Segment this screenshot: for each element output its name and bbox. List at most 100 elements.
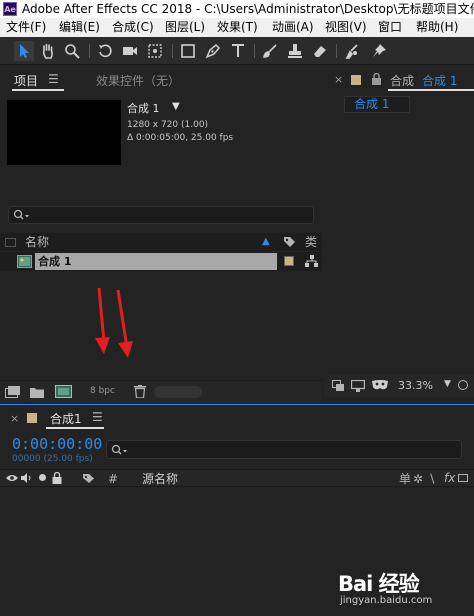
watermark-logo: Bai 经验 <box>338 572 420 596</box>
puppet-pin-tool-icon[interactable] <box>369 41 389 61</box>
menu-bar: 文件(F) 编辑(E) 合成(C) 图层(L) 效果(T) 动画(A) 视图(V… <box>0 18 474 37</box>
timeline-column-header: # 源名称 单 ✲ ∖ fx <box>0 469 474 487</box>
menu-layer[interactable]: 图层(L) <box>165 18 205 37</box>
project-search-input[interactable] <box>8 206 314 224</box>
tools-toolbar <box>0 37 474 65</box>
collapse-switch-icon[interactable]: ✲ <box>413 471 423 487</box>
timeline-panel: × 合成1 ☰ 0:00:00:00 00000 (25.00 fps) # 源… <box>0 404 474 616</box>
monitor-icon[interactable] <box>351 380 365 392</box>
project-panel: 项目 ☰ 效果控件（无） 合成 1 ▼ 1280 x 720 (1.00) Δ … <box>0 66 322 402</box>
brush-tool-icon[interactable] <box>260 41 280 61</box>
comp-navigator-button[interactable]: 合成 1 <box>344 96 410 113</box>
menu-file[interactable]: 文件(F) <box>6 18 46 37</box>
close-icon[interactable]: × <box>334 73 343 86</box>
tab-composition[interactable]: 合成 1 <box>422 72 457 89</box>
frame-count-display: 00000 (25.00 fps) <box>12 454 93 464</box>
menu-window[interactable]: 窗口 <box>378 18 402 37</box>
rotate-tool-icon[interactable] <box>95 41 115 61</box>
tab-effect-controls[interactable]: 效果控件（无） <box>96 72 180 89</box>
solo-icon[interactable] <box>39 474 46 481</box>
thumbnail-scroll-slider[interactable] <box>154 386 202 398</box>
search-icon <box>111 444 127 455</box>
comp-resolution: 1280 x 720 (1.00) <box>127 120 209 130</box>
type-tool-icon[interactable] <box>228 41 248 61</box>
menu-help[interactable]: 帮助(H) <box>416 18 458 37</box>
composition-icon <box>17 255 32 268</box>
active-tab-indicator <box>388 89 474 91</box>
current-time-display[interactable]: 0:00:00:00 <box>12 435 102 453</box>
pan-behind-tool-icon[interactable] <box>145 41 165 61</box>
lock-icon[interactable] <box>371 73 382 86</box>
zoom-tool-icon[interactable] <box>62 41 82 61</box>
panel-menu-icon[interactable]: ☰ <box>92 410 103 424</box>
active-tab-indicator <box>46 427 104 429</box>
comp-label-color <box>27 413 37 423</box>
composition-panel: × 合成 合成 1 合成 1 33.3% ▼ <box>324 66 474 402</box>
column-number: # <box>108 472 119 486</box>
tab-project[interactable]: 项目 <box>14 72 38 89</box>
preview-toggle-icon[interactable] <box>332 380 345 392</box>
frame-blend-switch-icon[interactable] <box>458 474 468 482</box>
label-column-icon <box>5 238 16 247</box>
window-title: Adobe After Effects CC 2018 - C:\Users\A… <box>22 2 474 16</box>
menu-view[interactable]: 视图(V) <box>325 18 367 37</box>
shy-switch-icon[interactable]: 单 <box>399 471 411 487</box>
baidu-watermark: Bai 经验 jingyan.baidu.com <box>332 568 452 610</box>
trash-icon[interactable] <box>134 385 146 398</box>
comp-name: 合成 1 <box>127 102 160 115</box>
new-composition-icon[interactable] <box>55 385 72 398</box>
panel-menu-icon[interactable]: ☰ <box>48 72 59 86</box>
comp-dropdown-icon[interactable]: ▼ <box>172 101 180 112</box>
chevron-down-icon[interactable]: ▼ <box>444 379 451 389</box>
interpret-footage-icon[interactable] <box>5 386 21 398</box>
list-item[interactable]: 合成 1 <box>0 252 322 271</box>
comp-thumbnail <box>7 100 121 165</box>
label-color-swatch[interactable] <box>284 256 294 266</box>
search-icon <box>13 209 29 220</box>
after-effects-logo-icon: Ae <box>3 2 17 16</box>
project-column-header: 名称 ▲ 类 <box>0 233 322 251</box>
timeline-toggle-icon[interactable] <box>458 380 468 390</box>
sort-ascending-icon[interactable]: ▲ <box>262 233 270 251</box>
project-bottom-bar: 8 bpc <box>0 380 322 402</box>
eye-icon[interactable] <box>6 473 18 483</box>
tag-icon <box>284 237 295 247</box>
item-name: 合成 1 <box>35 253 277 270</box>
timeline-search-input[interactable] <box>106 440 462 459</box>
annotation-arrows <box>95 287 133 358</box>
column-name[interactable]: 名称 <box>25 233 49 251</box>
lock-icon[interactable] <box>52 472 62 484</box>
new-folder-icon[interactable] <box>30 386 45 398</box>
comp-duration: Δ 0:00:05:00, 25.00 fps <box>127 133 234 143</box>
tag-icon <box>83 474 94 483</box>
selection-tool-icon[interactable] <box>14 41 34 61</box>
eraser-tool-icon[interactable] <box>310 41 330 61</box>
mask-visibility-icon[interactable] <box>372 380 388 391</box>
clone-stamp-tool-icon[interactable] <box>285 41 305 61</box>
column-source-name[interactable]: 源名称 <box>142 471 178 487</box>
menu-composition[interactable]: 合成(C) <box>112 18 154 37</box>
audio-icon[interactable] <box>21 473 33 483</box>
effect-switch-icon[interactable]: fx <box>444 470 455 486</box>
column-type[interactable]: 类 <box>305 233 317 251</box>
menu-edit[interactable]: 编辑(E) <box>59 18 100 37</box>
tab-composition-label: 合成 <box>390 74 415 88</box>
menu-effect[interactable]: 效果(T) <box>217 18 258 37</box>
close-icon[interactable]: × <box>10 412 19 425</box>
menu-animation[interactable]: 动画(A) <box>272 18 314 37</box>
zoom-level-select[interactable]: 33.3% <box>398 379 433 392</box>
comp-label-color <box>351 75 361 85</box>
watermark-url: jingyan.baidu.com <box>340 595 433 606</box>
quality-switch-icon[interactable]: ∖ <box>428 471 436 487</box>
rectangle-tool-icon[interactable] <box>178 41 198 61</box>
comp-type-icon <box>305 255 318 267</box>
roto-brush-tool-icon[interactable] <box>342 41 362 61</box>
camera-tool-icon[interactable] <box>120 41 140 61</box>
pen-tool-icon[interactable] <box>203 41 223 61</box>
bit-depth-button[interactable]: 8 bpc <box>90 386 115 396</box>
comp-viewer-bottom-bar: 33.3% ▼ <box>324 375 474 397</box>
active-tab-indicator <box>12 89 64 91</box>
tab-timeline[interactable]: 合成1 <box>50 410 82 427</box>
hand-tool-icon[interactable] <box>38 41 58 61</box>
title-bar: Ae Adobe After Effects CC 2018 - C:\User… <box>0 0 474 18</box>
